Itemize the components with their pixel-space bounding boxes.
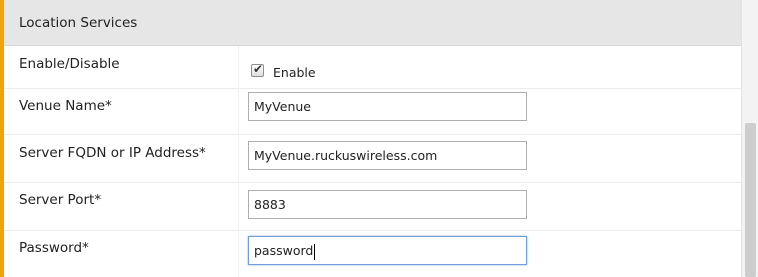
server-address-input[interactable]: MyVenue.ruckuswireless.com bbox=[248, 141, 527, 170]
section-title: Location Services bbox=[19, 14, 138, 31]
venue-name-row: Venue Name* MyVenue bbox=[4, 89, 741, 135]
password-input-text: password bbox=[254, 243, 314, 258]
section-header: Location Services bbox=[4, 0, 741, 46]
checkmark-icon: ✔ bbox=[253, 62, 264, 76]
server-port-value-cell: 8883 bbox=[238, 183, 741, 230]
venue-name-label: Venue Name* bbox=[19, 98, 112, 114]
server-address-value-cell: MyVenue.ruckuswireless.com bbox=[238, 135, 741, 182]
enable-value-cell: ✔ Enable bbox=[238, 46, 741, 88]
text-caret bbox=[314, 243, 316, 260]
server-port-label: Server Port* bbox=[19, 192, 102, 208]
server-port-input[interactable]: 8883 bbox=[248, 190, 527, 219]
server-port-row: Server Port* 8883 bbox=[4, 183, 741, 231]
enable-row: Enable/Disable ✔ Enable bbox=[4, 46, 741, 89]
enable-label: Enable/Disable bbox=[19, 56, 120, 72]
vertical-scrollbar[interactable] bbox=[741, 0, 758, 277]
password-input[interactable]: password bbox=[248, 236, 527, 265]
scrollbar-thumb[interactable] bbox=[745, 123, 756, 277]
venue-name-input[interactable]: MyVenue bbox=[248, 92, 527, 121]
password-row: Password* password bbox=[4, 231, 741, 277]
password-value-cell: password bbox=[238, 231, 741, 277]
password-label: Password* bbox=[19, 240, 89, 256]
enable-checkbox[interactable]: ✔ bbox=[251, 62, 264, 77]
enable-checkbox-label[interactable]: Enable bbox=[273, 65, 316, 80]
server-address-label: Server FQDN or IP Address* bbox=[19, 145, 206, 161]
server-address-row: Server FQDN or IP Address* MyVenue.rucku… bbox=[4, 135, 741, 183]
venue-name-value-cell: MyVenue bbox=[238, 89, 741, 134]
